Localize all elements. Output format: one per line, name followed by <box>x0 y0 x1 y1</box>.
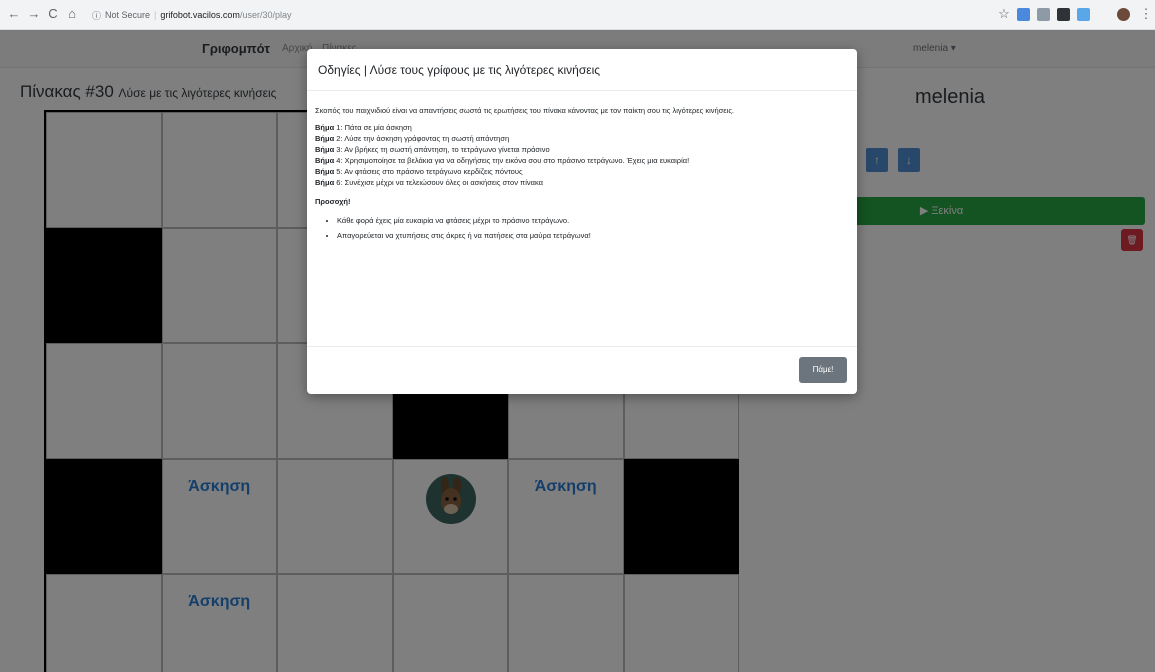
step-word: Βήμα <box>315 167 335 176</box>
url-host: grifobot.vacilos.com <box>160 10 240 20</box>
step-word: Βήμα <box>315 156 335 165</box>
bookmark-star-icon[interactable]: ☆ <box>996 6 1012 22</box>
extension-icon[interactable] <box>1037 8 1050 21</box>
modal-title: Οδηγίες | Λύσε τους γρίφους με τις λιγότ… <box>318 63 601 77</box>
step-word: Βήμα <box>315 178 335 187</box>
step-label: Βήμα <box>315 178 336 187</box>
step-word: Βήμα <box>315 134 335 143</box>
security-label: Not Secure <box>105 10 151 20</box>
step-item: Βήμα 1: Πάτα σε μία άσκηση <box>315 122 849 133</box>
step-text: : Αν φτάσεις στο πράσινο τετράγωνο κερδί… <box>340 167 523 176</box>
warning-heading: Προσοχή! <box>315 197 351 206</box>
extension-icon[interactable] <box>1017 8 1030 21</box>
step-text: : Λύσε την άσκηση γράφοντας τη σωστή απά… <box>340 134 510 143</box>
modal-body: Σκοπός του παιχνιδιού είναι να απαντήσει… <box>315 105 849 245</box>
intro-text: Σκοπός του παιχνιδιού είναι να απαντήσει… <box>315 106 735 115</box>
address-bar[interactable]: ⓘ Not Secure | grifobot.vacilos.com /use… <box>88 4 1088 26</box>
go-button[interactable]: Πάμε! <box>799 357 847 383</box>
step-label: Βήμα <box>315 167 336 176</box>
home-icon[interactable]: ⌂ <box>64 6 80 22</box>
rule-item: Απαγορεύεται να χτυπήσεις στις άκρες ή ν… <box>337 230 849 241</box>
step-label: Βήμα <box>315 156 336 165</box>
step-text: : Αν βρήκες τη σωστή απάντηση, το τετράγ… <box>340 145 550 154</box>
step-item: Βήμα 4: Χρησιμοποίησε τα βελάκια για να … <box>315 155 849 166</box>
step-word: Βήμα <box>315 145 335 154</box>
step-item: Βήμα 3: Αν βρήκες τη σωστή απάντηση, το … <box>315 144 849 155</box>
reload-icon[interactable]: C <box>45 6 61 22</box>
browser-toolbar: ← → C ⌂ ⓘ Not Secure | grifobot.vacilos.… <box>0 0 1155 30</box>
step-item: Βήμα 5: Αν φτάσεις στο πράσινο τετράγωνο… <box>315 166 849 177</box>
menu-dots-icon[interactable]: ⋮ <box>1138 6 1154 22</box>
instructions-modal: Οδηγίες | Λύσε τους γρίφους με τις λιγότ… <box>307 49 857 394</box>
back-icon[interactable]: ← <box>6 6 22 22</box>
steps-list: Βήμα 1: Πάτα σε μία άσκηση Βήμα 2: Λύσε τ… <box>315 122 849 188</box>
step-label: Βήμα <box>315 134 336 143</box>
step-word: Βήμα <box>315 123 335 132</box>
rule-item: Κάθε φορά έχεις μία ευκαιρία να φτάσεις … <box>337 215 849 226</box>
step-label: Βήμα <box>315 145 336 154</box>
modal-footer: Πάμε! <box>307 346 857 394</box>
step-text: : Πάτα σε μία άσκηση <box>340 123 412 132</box>
modal-header: Οδηγίες | Λύσε τους γρίφους με τις λιγότ… <box>307 49 857 91</box>
step-text: : Συνέχισε μέχρι να τελειώσουν όλες οι α… <box>340 178 543 187</box>
step-text: : Χρησιμοποίησε τα βελάκια για να οδηγήσ… <box>340 156 690 165</box>
profile-avatar-icon[interactable] <box>1117 8 1130 21</box>
step-label: Βήμα <box>315 123 336 132</box>
step-item: Βήμα 2: Λύσε την άσκηση γράφοντας τη σωσ… <box>315 133 849 144</box>
info-icon[interactable]: ⓘ <box>92 9 101 22</box>
forward-icon[interactable]: → <box>26 6 42 22</box>
rules-list: Κάθε φορά έχεις μία ευκαιρία να φτάσεις … <box>315 215 849 241</box>
step-item: Βήμα 6: Συνέχισε μέχρι να τελειώσουν όλε… <box>315 177 849 188</box>
url-path: /user/30/play <box>239 10 292 20</box>
extension-icon[interactable] <box>1077 8 1090 21</box>
extension-icon[interactable] <box>1057 8 1070 21</box>
